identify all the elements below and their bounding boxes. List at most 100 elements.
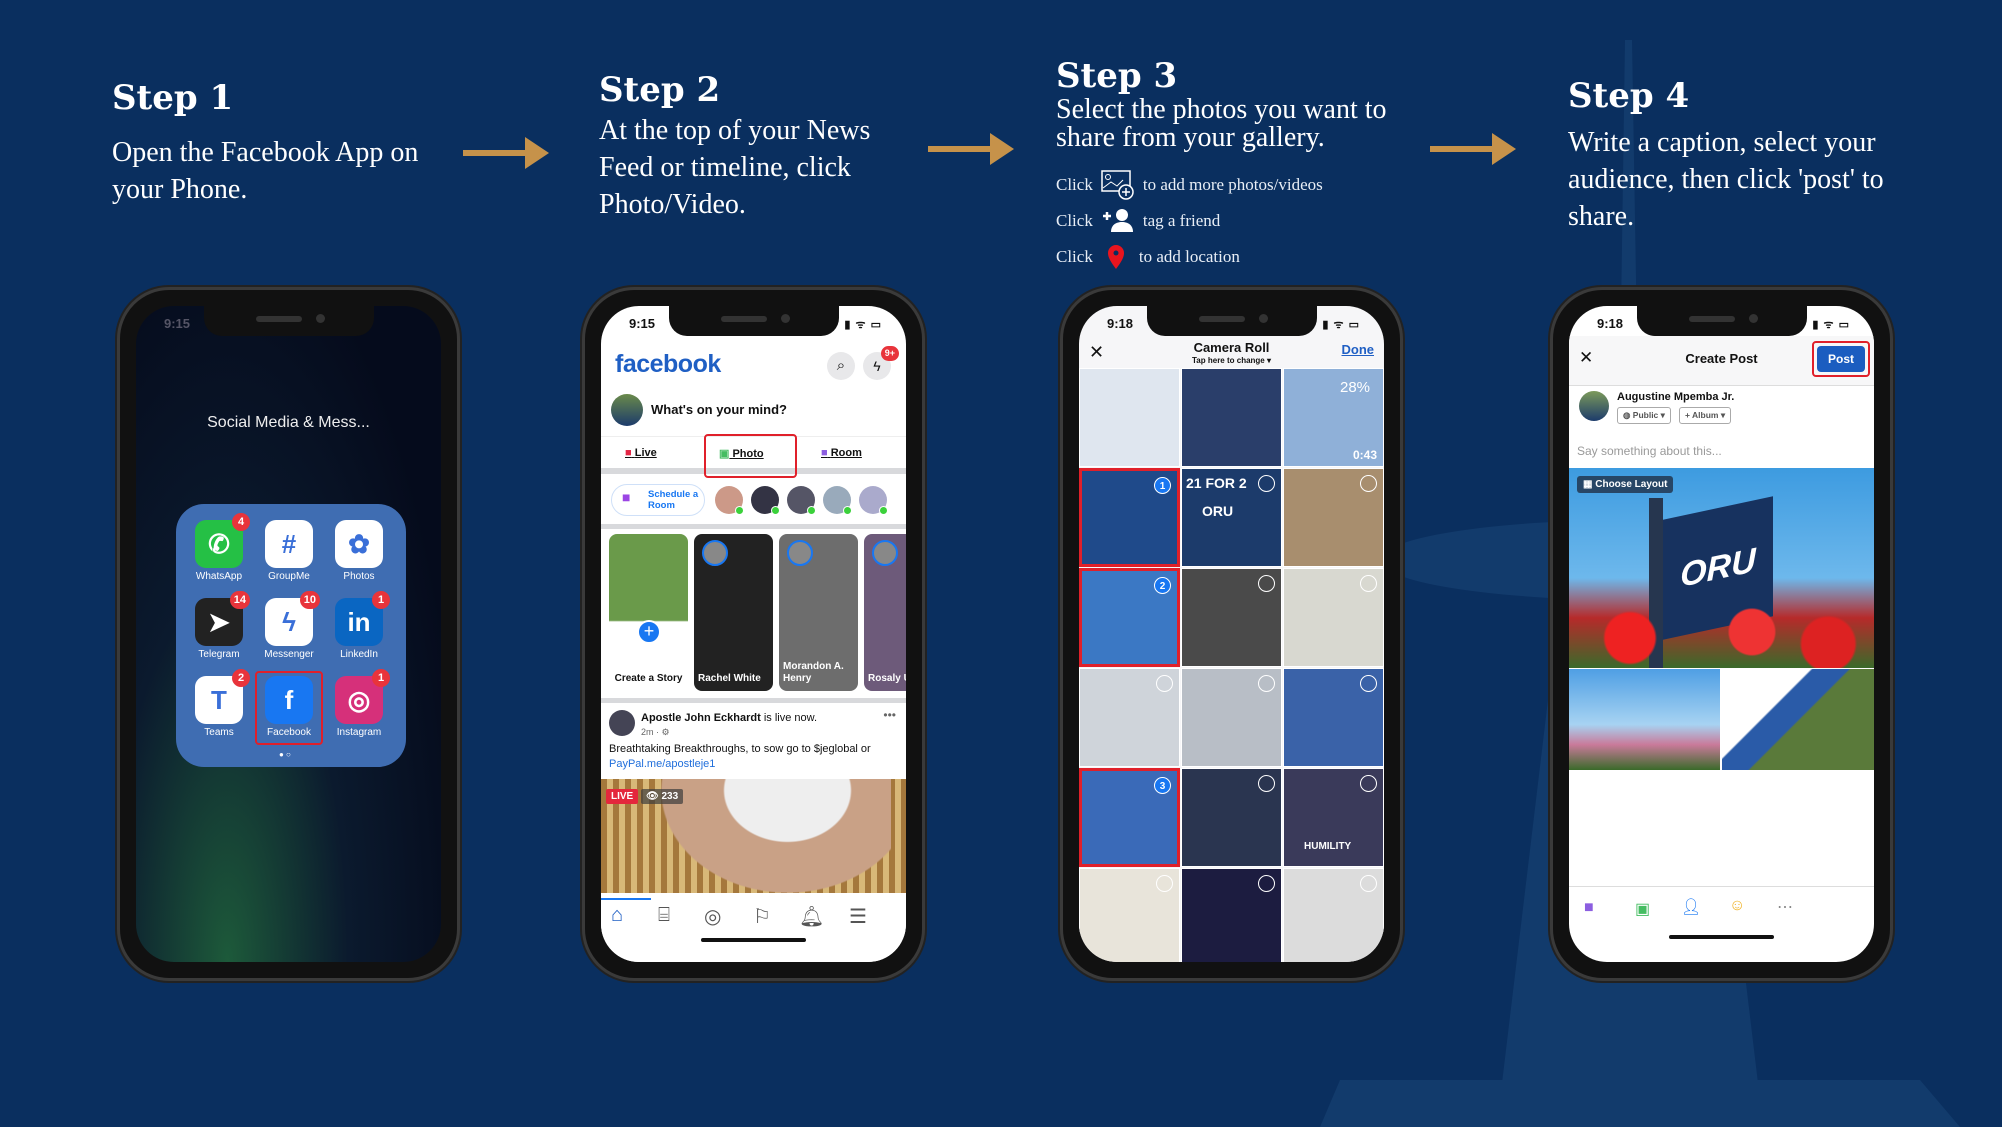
teams-icon: T2: [195, 669, 250, 724]
app-whatsapp[interactable]: ✆ 4 WhatsApp: [191, 513, 250, 582]
online-friend-avatar[interactable]: [823, 486, 852, 515]
gallery-photo[interactable]: [1181, 368, 1282, 467]
pages-flag-icon[interactable]: ⚐: [753, 904, 771, 929]
gallery-photo[interactable]: 1: [1079, 468, 1180, 567]
online-friend-avatar[interactable]: [715, 486, 744, 515]
room-button[interactable]: ■ Room: [821, 447, 862, 459]
more-icon[interactable]: •••: [883, 708, 896, 722]
gallery-photo[interactable]: [1181, 568, 1282, 667]
video-icon[interactable]: ■: [1584, 899, 1594, 917]
app-telegram[interactable]: ➤ 14 Telegram: [191, 591, 250, 660]
hint-prefix: Click: [1056, 247, 1093, 266]
choose-layout-button[interactable]: ▦ Choose Layout: [1577, 476, 1674, 493]
schedule-room-button[interactable]: ■ Schedule a Room: [611, 484, 705, 516]
select-circle[interactable]: [1258, 475, 1275, 492]
step-1: Step 1 Open the Facebook App on your Pho…: [112, 78, 442, 208]
post-highlight: [1812, 341, 1870, 377]
app-label: Messenger: [264, 649, 314, 660]
audience-selector[interactable]: ◍ Public ▾: [1617, 407, 1671, 424]
avatar: [609, 710, 635, 736]
status-time: 9:15: [629, 316, 656, 331]
photo-thumb[interactable]: [1722, 669, 1874, 770]
marketplace-icon[interactable]: ⌸: [658, 904, 670, 927]
search-icon[interactable]: ⌕: [827, 352, 855, 380]
app-instagram[interactable]: ◎ 1 Instagram: [331, 669, 390, 738]
messenger-icon[interactable]: ϟ 9+: [863, 346, 899, 380]
album-selector[interactable]: + Album ▾: [1679, 407, 1732, 424]
tag-friend-icon[interactable]: 👤︎: [1681, 897, 1701, 917]
app-label: GroupMe: [268, 571, 310, 582]
select-circle[interactable]: [1360, 875, 1377, 892]
album-switcher[interactable]: Tap here to change ▾: [1079, 356, 1384, 365]
photo-thumb[interactable]: [1569, 669, 1720, 770]
gallery-photo[interactable]: [1079, 868, 1180, 962]
gallery-photo[interactable]: [1283, 568, 1384, 667]
app-groupme[interactable]: # GroupMe: [261, 520, 317, 582]
gallery-photo[interactable]: 2: [1079, 568, 1180, 667]
live-button[interactable]: ■ Live: [625, 447, 657, 459]
notification-badge: 2: [232, 669, 250, 687]
app-messenger[interactable]: ϟ 10 Messenger: [261, 591, 320, 660]
gallery-photo[interactable]: HUMILITY: [1283, 768, 1384, 867]
select-circle[interactable]: [1258, 675, 1275, 692]
select-circle[interactable]: [1258, 775, 1275, 792]
home-screen: 9:15 Social Media & Mess... ✆ 4 WhatsApp # G…: [136, 306, 441, 962]
story-card[interactable]: + Create a Story: [609, 534, 688, 691]
gallery-photo[interactable]: [1181, 668, 1282, 767]
battery-widget: 28%: [1340, 379, 1371, 396]
app-label: WhatsApp: [195, 571, 243, 582]
post-link[interactable]: PayPal.me/apostleje1: [609, 758, 715, 770]
facebook-logo: facebook: [615, 350, 721, 378]
online-friend-avatar[interactable]: [859, 486, 888, 515]
gallery-photo[interactable]: 3: [1079, 768, 1180, 867]
groups-icon[interactable]: ◎: [704, 904, 721, 929]
select-circle[interactable]: [1258, 875, 1275, 892]
done-button[interactable]: Done: [1342, 342, 1375, 357]
step-body: Open the Facebook App on your Phone.: [112, 137, 419, 205]
step-title: Step 4: [1568, 76, 1690, 116]
gallery-photo[interactable]: 21 FOR 2 ORU: [1181, 468, 1282, 567]
select-circle[interactable]: [1156, 675, 1173, 692]
select-circle[interactable]: [1258, 575, 1275, 592]
photo-main[interactable]: ORU ▦ Choose Layout: [1569, 468, 1874, 668]
app-linkedin[interactable]: in 1 LinkedIn: [331, 591, 390, 660]
gallery-photo[interactable]: [1079, 368, 1180, 467]
gallery-photo[interactable]: [1181, 868, 1282, 962]
app-photos[interactable]: ✿ Photos: [331, 520, 387, 582]
notification-badge: 1: [372, 669, 390, 687]
gallery-photo[interactable]: [1283, 668, 1384, 767]
instagram-icon: ◎ 1: [335, 669, 390, 724]
select-circle[interactable]: [1360, 475, 1377, 492]
select-circle[interactable]: [1360, 675, 1377, 692]
post-author[interactable]: Apostle John Eckhardt: [641, 712, 761, 724]
notifications-bell-icon[interactable]: 🔔︎: [799, 904, 824, 929]
story-card[interactable]: Rachel White: [694, 534, 773, 691]
online-friend-avatar[interactable]: [787, 486, 816, 515]
select-circle[interactable]: [1156, 875, 1173, 892]
photo-icon[interactable]: ▣: [1635, 899, 1650, 919]
more-icon[interactable]: ⋯: [1777, 897, 1793, 917]
select-circle[interactable]: [1360, 575, 1377, 592]
caption-input[interactable]: Say something about this...: [1577, 444, 1722, 458]
home-icon[interactable]: ⌂: [611, 904, 623, 927]
gallery-photo[interactable]: [1079, 668, 1180, 767]
feeling-icon[interactable]: ☺: [1729, 897, 1745, 915]
camera-roll-title[interactable]: Camera Roll: [1079, 340, 1384, 355]
story-card[interactable]: Morandon A. Henry: [779, 534, 858, 691]
gallery-photo[interactable]: [1283, 468, 1384, 567]
arrow-right-icon: [1430, 133, 1516, 165]
video-duration: 0:43: [1352, 448, 1377, 462]
composer-input[interactable]: What's on your mind?: [651, 402, 787, 417]
live-video[interactable]: LIVE 👁 233: [601, 779, 906, 893]
story-card[interactable]: Rosaly Usuma: [864, 534, 906, 691]
online-friend-avatar[interactable]: [751, 486, 780, 515]
menu-icon[interactable]: ☰: [849, 904, 867, 929]
select-circle[interactable]: [1360, 775, 1377, 792]
folder-title: Social Media & Mess...: [207, 414, 370, 431]
notification-badge: 10: [299, 591, 320, 609]
gallery-photo[interactable]: [1283, 868, 1384, 962]
app-teams[interactable]: T 2 Teams: [191, 669, 250, 738]
gallery-photo[interactable]: [1181, 768, 1282, 867]
gallery-photo[interactable]: 28% 0:43: [1283, 368, 1384, 467]
audience-label: Public ▾: [1632, 410, 1665, 420]
